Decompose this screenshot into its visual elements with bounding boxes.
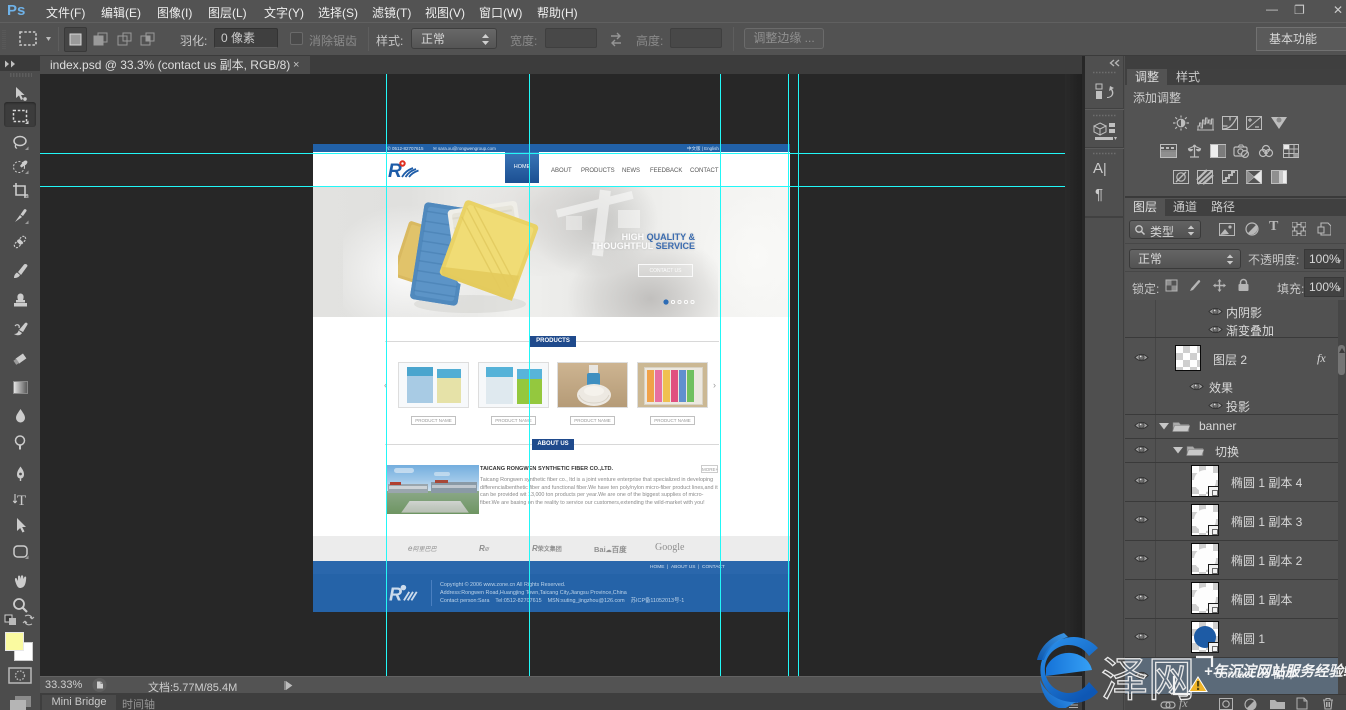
svg-text:T: T: [17, 493, 26, 508]
svg-text:R: R: [389, 584, 402, 604]
